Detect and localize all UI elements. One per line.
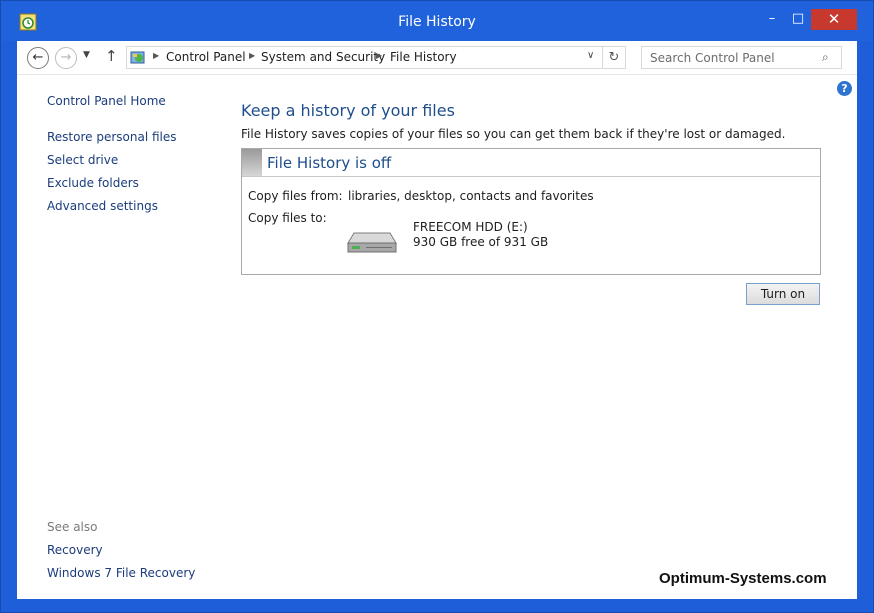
sidebar-item-exclude-folders[interactable]: Exclude folders <box>47 176 139 190</box>
breadcrumb-separator-icon: ▶ <box>153 51 160 60</box>
status-title: File History is off <box>267 154 392 172</box>
sidebar-item-windows-7-file-recovery[interactable]: Windows 7 File Recovery <box>47 566 195 580</box>
search-input[interactable]: Search Control Panel <box>650 51 775 65</box>
breadcrumb-separator-icon: ▶ <box>376 51 383 60</box>
minimize-button[interactable]: – <box>759 9 785 30</box>
file-history-status-panel: File History is off Copy files from: lib… <box>241 148 821 275</box>
watermark-text: Optimum-Systems.com <box>659 570 827 587</box>
forward-button[interactable]: → <box>55 47 77 69</box>
search-box[interactable]: Search Control Panel ⌕ <box>641 46 842 69</box>
window-title: File History <box>398 14 476 30</box>
drive-name: FREECOM HDD (E:) <box>413 220 528 234</box>
status-header: File History is off <box>242 149 820 177</box>
copy-from-label: Copy files from: <box>248 189 343 203</box>
control-panel-icon <box>130 51 145 64</box>
file-history-window: File History – □ ✕ ← → ▼ ↑ ▶ Control Pan… <box>0 0 874 613</box>
back-button[interactable]: ← <box>27 47 49 69</box>
see-also-label: See also <box>47 520 98 534</box>
refresh-button[interactable]: ↻ <box>603 46 626 69</box>
page-title: Keep a history of your files <box>241 101 455 120</box>
close-button[interactable]: ✕ <box>811 9 857 30</box>
navigation-bar: ← → ▼ ↑ ▶ Control Panel ▶ System and Sec… <box>17 41 857 75</box>
address-dropdown-chevron-down-icon[interactable]: ∨ <box>587 50 594 61</box>
turn-on-button[interactable]: Turn on <box>746 283 820 305</box>
breadcrumb-separator-icon: ▶ <box>249 51 256 60</box>
address-bar[interactable]: ▶ Control Panel ▶ System and Security ▶ … <box>126 46 603 69</box>
status-indicator-bar <box>242 149 262 176</box>
title-bar[interactable]: File History – □ ✕ <box>1 1 873 41</box>
copy-to-label: Copy files to: <box>248 211 327 225</box>
up-arrow-icon[interactable]: ↑ <box>105 47 118 65</box>
help-icon[interactable]: ? <box>837 81 852 96</box>
client-area: ← → ▼ ↑ ▶ Control Panel ▶ System and Sec… <box>17 41 857 599</box>
copy-from-value: libraries, desktop, contacts and favorit… <box>348 189 594 203</box>
search-icon[interactable]: ⌕ <box>822 50 829 65</box>
sidebar-item-restore-personal-files[interactable]: Restore personal files <box>47 130 177 144</box>
breadcrumb-system-and-security[interactable]: System and Security <box>261 50 385 64</box>
drive-free-space: 930 GB free of 931 GB <box>413 235 549 249</box>
sidebar-item-select-drive[interactable]: Select drive <box>47 153 118 167</box>
hard-drive-icon <box>347 232 397 253</box>
sidebar-item-recovery[interactable]: Recovery <box>47 543 103 557</box>
maximize-button[interactable]: □ <box>785 9 811 30</box>
page-description: File History saves copies of your files … <box>241 127 786 141</box>
breadcrumb-control-panel[interactable]: Control Panel <box>166 50 246 64</box>
breadcrumb-file-history[interactable]: File History <box>390 50 457 64</box>
sidebar-item-control-panel-home[interactable]: Control Panel Home <box>47 94 166 108</box>
recent-locations-chevron-down-icon[interactable]: ▼ <box>83 50 90 60</box>
sidebar-item-advanced-settings[interactable]: Advanced settings <box>47 199 158 213</box>
